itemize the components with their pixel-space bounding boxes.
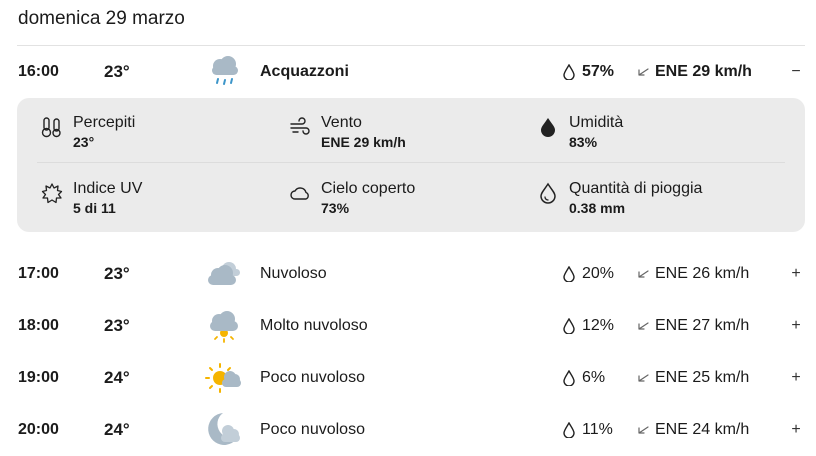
- hour-wind: ENE 24 km/h: [655, 421, 750, 438]
- hour-row-2000[interactable]: 20:00 24° Poco nuvoloso 11% ENE 24 km/h …: [0, 410, 816, 450]
- detail-value: 23°: [73, 134, 95, 150]
- sun-outline-icon: [41, 183, 63, 204]
- details-divider: [37, 162, 785, 163]
- detail-label: Cielo coperto: [321, 180, 416, 197]
- hour-temp: 23°: [104, 316, 130, 335]
- detail-label: Vento: [321, 114, 362, 131]
- expand-toggle[interactable]: +: [786, 421, 806, 439]
- hour-condition: Nuvoloso: [260, 265, 327, 282]
- detail-value: 5 di 11: [73, 200, 116, 216]
- expand-toggle[interactable]: +: [786, 317, 806, 335]
- hour-precip: 20%: [582, 265, 615, 282]
- precip-drop-icon: [563, 370, 575, 386]
- hour-row-1900[interactable]: 19:00 24° Poco nuvoloso 6% ENE 25 km/h +: [0, 358, 816, 398]
- collapse-toggle[interactable]: −: [786, 63, 806, 81]
- hour-details-panel: Percepiti 23° Vento ENE 29 km/h Umidità …: [17, 98, 805, 232]
- hour-precip: 12%: [582, 317, 615, 334]
- precip-drop-icon: [563, 318, 575, 334]
- detail-label: Indice UV: [73, 180, 143, 197]
- precip-drop-icon: [563, 422, 575, 438]
- detail-value: 83%: [569, 134, 598, 150]
- detail-label: Percepiti: [73, 114, 136, 131]
- hour-row-1800[interactable]: 18:00 23° Molto nuvoloso 12% ENE 27 km/h…: [0, 306, 816, 346]
- cloud-outline-icon: [290, 187, 309, 200]
- detail-value: 73%: [321, 200, 350, 216]
- day-title: domenica 29 marzo: [18, 8, 185, 29]
- hour-condition: Molto nuvoloso: [260, 317, 368, 334]
- rain-drop-icon: [540, 182, 556, 204]
- hour-wind: ENE 26 km/h: [655, 265, 750, 282]
- thermometer-icon: [41, 117, 61, 138]
- expand-toggle[interactable]: +: [786, 369, 806, 387]
- top-divider: [17, 45, 805, 46]
- hour-precip: 6%: [582, 369, 606, 386]
- detail-label: Quantità di pioggia: [569, 180, 703, 197]
- partly-cloudy-night-icon: [208, 413, 240, 445]
- hour-condition: Poco nuvoloso: [260, 421, 365, 438]
- hour-row-1700[interactable]: 17:00 23° Nuvoloso 20% ENE 26 km/h +: [0, 254, 816, 294]
- wind-direction-arrow-icon: [638, 426, 649, 434]
- hour-precip: 11%: [582, 421, 613, 438]
- cloudy-icon: [208, 262, 240, 285]
- hour-temp: 23°: [104, 62, 130, 81]
- humidity-drop-icon: [541, 118, 555, 137]
- hour-row-1600[interactable]: 16:00 23° Acquazzoni 57% ENE 29 km/h −: [0, 52, 816, 92]
- hour-time: 19:00: [18, 369, 59, 386]
- expand-toggle[interactable]: +: [786, 265, 806, 283]
- mostly-cloudy-icon: [210, 311, 238, 343]
- hour-time: 17:00: [18, 265, 59, 282]
- precip-drop-icon: [563, 64, 575, 80]
- hour-time: 16:00: [18, 63, 59, 80]
- hour-temp: 24°: [104, 420, 130, 439]
- detail-label: Umidità: [569, 114, 624, 131]
- detail-value: 0.38 mm: [569, 200, 626, 216]
- wind-direction-arrow-icon: [638, 68, 649, 76]
- wind-direction-arrow-icon: [638, 322, 649, 330]
- hour-condition: Acquazzoni: [260, 63, 349, 80]
- hour-wind: ENE 27 km/h: [655, 317, 750, 334]
- hour-wind: ENE 25 km/h: [655, 369, 750, 386]
- partly-cloudy-day-icon: [205, 363, 241, 393]
- wind-icon: [290, 117, 310, 135]
- hour-condition: Poco nuvoloso: [260, 369, 365, 386]
- hour-time: 18:00: [18, 317, 59, 334]
- hour-wind: ENE 29 km/h: [655, 63, 752, 80]
- wind-direction-arrow-icon: [638, 374, 649, 382]
- hour-temp: 23°: [104, 264, 130, 283]
- precip-drop-icon: [563, 266, 575, 282]
- hour-temp: 24°: [104, 368, 130, 387]
- detail-value: ENE 29 km/h: [321, 134, 406, 150]
- hour-time: 20:00: [18, 421, 59, 438]
- wind-direction-arrow-icon: [638, 270, 649, 278]
- showers-icon: [212, 56, 238, 85]
- hour-precip: 57%: [582, 63, 615, 80]
